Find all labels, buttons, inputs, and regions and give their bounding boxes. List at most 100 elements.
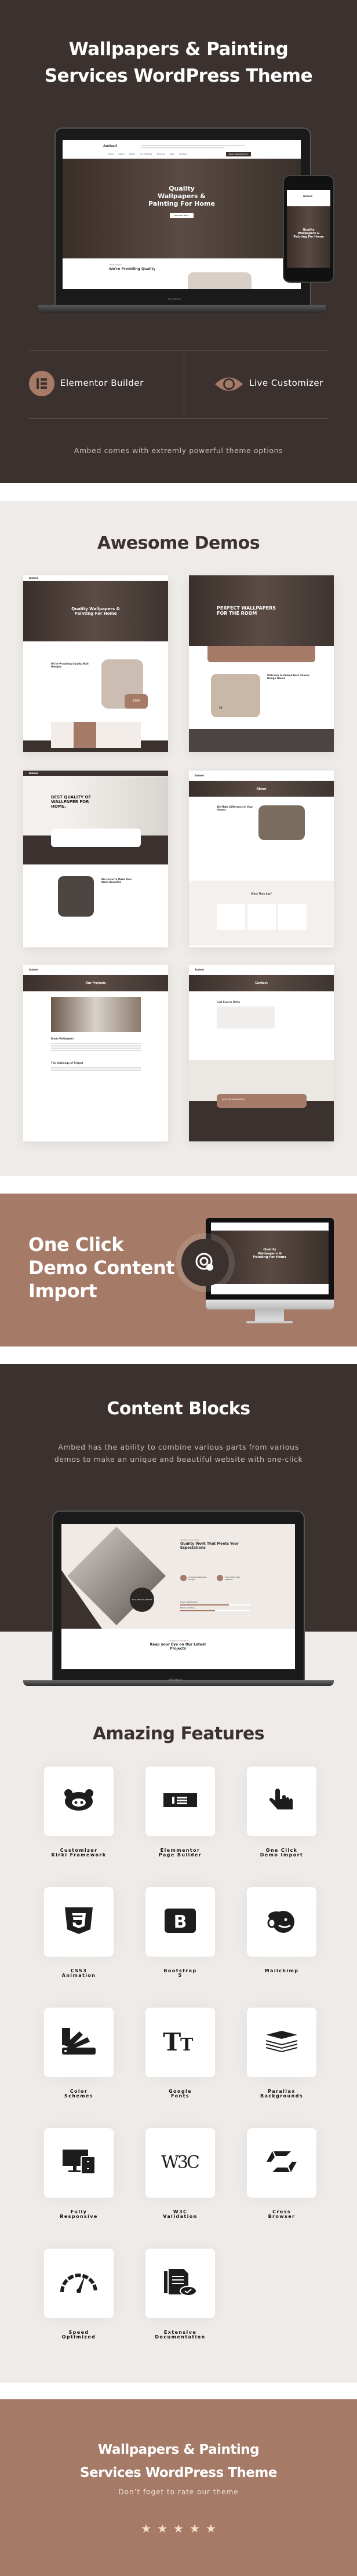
- demo-card-4[interactable]: Ambed About We Make Difference In Your H…: [189, 771, 334, 947]
- feature-label-line: Demo Import: [260, 1852, 304, 1858]
- laptop-brand: MacBook: [168, 298, 181, 301]
- demo-section-title: The Challenge of Project: [51, 1061, 83, 1064]
- feature-label-line: Browser: [268, 2214, 296, 2219]
- demo-features-bar: [207, 646, 315, 662]
- feature-label-line: Animation: [61, 1973, 96, 1978]
- demo-logo: Ambed: [29, 968, 38, 971]
- hero-title: Wallpapers & Painting Services WordPress…: [0, 36, 357, 89]
- nav-item[interactable]: Pages: [129, 153, 135, 155]
- footer-title-line: Services WordPress Theme: [80, 2465, 277, 2480]
- content-blocks-title: Content Blocks: [107, 1399, 250, 1419]
- discover-more-button[interactable]: Discover More: [170, 213, 194, 218]
- cross-browser-icon: [265, 2150, 298, 2176]
- documentation-icon: [164, 2269, 197, 2298]
- title-line: Demo Content: [28, 1257, 175, 1279]
- nav-item[interactable]: Contact: [179, 153, 187, 155]
- demo-logo: Ambed: [29, 577, 38, 579]
- star-icon[interactable]: ★: [190, 2522, 200, 2535]
- demo-card-6[interactable]: Ambed Contact Feel Free to Write Join Ou…: [189, 965, 334, 1141]
- feature-label: Bootstrap 5: [137, 1969, 224, 1978]
- divider: [29, 350, 328, 351]
- demo-band: [189, 729, 334, 752]
- demo-headline: Contact: [189, 975, 334, 991]
- feature-card: [247, 2128, 316, 2198]
- progress-track: [180, 1604, 250, 1606]
- star-icon[interactable]: ★: [206, 2522, 216, 2535]
- play-video-badge[interactable]: 2022 NEW COLLECTION: [130, 1588, 154, 1612]
- feature-label: CSS3 Animation: [35, 1969, 122, 1978]
- demos-title: Awesome Demos: [97, 533, 260, 553]
- feature-label-line: Backgrounds: [260, 2093, 303, 2099]
- content-blocks-description: Ambed has the ability to combine various…: [54, 1443, 303, 1464]
- divider: [29, 418, 328, 419]
- demo-text: [51, 1042, 141, 1052]
- feature-card: [145, 2249, 215, 2318]
- monitor-chin: [206, 1300, 334, 1309]
- demo-icons-bar: [51, 829, 141, 847]
- nav-item[interactable]: Our Projects: [140, 153, 152, 155]
- demo-form: [217, 1006, 275, 1028]
- feature-label: Extensive Documentation: [137, 2330, 224, 2340]
- feature-label-line: Fonts: [171, 2093, 190, 2099]
- mailchimp-icon: [266, 1908, 297, 1936]
- demo-headline: Quality Wallpapers & Painting For Home: [23, 581, 168, 641]
- elementor-icon: [29, 371, 54, 396]
- feature-card: TT: [145, 2008, 215, 2077]
- site-nav: Home About Pages Our Projects Services B…: [108, 153, 187, 155]
- hero-title-line: Services WordPress Theme: [44, 65, 313, 86]
- feature-label-line: Optimized: [61, 2334, 96, 2340]
- demo-cards: [217, 904, 307, 930]
- feature-card: [44, 1767, 114, 1836]
- feature-card: [44, 1887, 114, 1957]
- demo-logo: Ambed: [195, 968, 204, 971]
- demo-card-1[interactable]: Ambed Quality Wallpapers & Painting For …: [23, 575, 168, 752]
- demo-headline: Our Projects: [23, 975, 168, 991]
- demo-card-3[interactable]: Ambed BEST QUALITY OF WALLPAPER FOR HOME…: [23, 771, 168, 947]
- demo-headline: PERFECT WALLPAPERS FOR THE ROOM: [189, 575, 334, 646]
- book-appointment-button[interactable]: Book Appointment: [226, 152, 251, 156]
- section-tag: SUCCESSFUL PROJECT: [168, 1640, 188, 1642]
- eye-icon: [214, 375, 243, 395]
- feature-label: Google Fonts: [137, 2089, 224, 2099]
- hero-title-line: Wallpapers & Painting: [68, 39, 289, 60]
- demo-content-title: We're Providing Quality Wall Designs: [51, 662, 89, 668]
- laptop-brand: MacBook: [169, 1679, 183, 1682]
- feature-label: Fully Responsive: [35, 2210, 122, 2219]
- kirki-icon: [63, 1789, 95, 1814]
- feature-label: Speed Optimized: [35, 2330, 122, 2340]
- speedometer-icon: [60, 2271, 98, 2296]
- font-icon: TT: [163, 2028, 198, 2056]
- svg-text:T: T: [180, 2035, 194, 2053]
- demo-card-5[interactable]: Ambed Our Projects Room Wallpapers The C…: [23, 965, 168, 1141]
- demo-content-title: Welcome to Ambed Best Interior Design Ho…: [267, 674, 310, 680]
- feature-card: [44, 2249, 114, 2318]
- feature-card: [247, 1767, 316, 1836]
- demo-content-title: Feel Free to Write: [217, 1001, 241, 1004]
- feature-label-line: Documentation: [155, 2334, 206, 2340]
- star-icon[interactable]: ★: [173, 2522, 184, 2535]
- demo-newsletter: Join Our Newsletter: [217, 1094, 307, 1108]
- nav-item[interactable]: Home: [108, 153, 114, 155]
- color-swatch-icon: [62, 2028, 96, 2057]
- demo-card-2[interactable]: PERFECT WALLPAPERS FOR THE ROOM Welcome …: [189, 575, 334, 752]
- demo-headline: About: [189, 781, 334, 797]
- demo-content-title: Room Wallpapers: [51, 1037, 74, 1040]
- demo-text: [51, 1066, 141, 1072]
- nav-item[interactable]: Blog: [170, 153, 174, 155]
- rating-stars[interactable]: ★ ★ ★ ★ ★: [0, 2522, 357, 2535]
- feature-card: [247, 2008, 316, 2077]
- svg-text:T: T: [163, 2030, 181, 2053]
- phone-hero: Quality Wallpapers & Painting For Home: [287, 206, 330, 268]
- star-icon[interactable]: ★: [157, 2522, 167, 2535]
- feature-label-line: Responsive: [60, 2214, 98, 2219]
- nav-item[interactable]: Services: [156, 153, 165, 155]
- feature-card: [44, 2008, 114, 2077]
- demo-content-title: We Make Difference In Your Homes: [217, 805, 253, 811]
- progress-label: Interior Wall Design: [180, 1601, 198, 1603]
- nav-item[interactable]: About: [118, 153, 124, 155]
- material-icon: [217, 1575, 223, 1581]
- about-title: We're Providing Quality: [109, 267, 156, 271]
- demo-stat: 30: [219, 706, 223, 709]
- phone-screen: Ambed Quality Wallpapers & Painting For …: [287, 190, 330, 268]
- star-icon[interactable]: ★: [141, 2522, 151, 2535]
